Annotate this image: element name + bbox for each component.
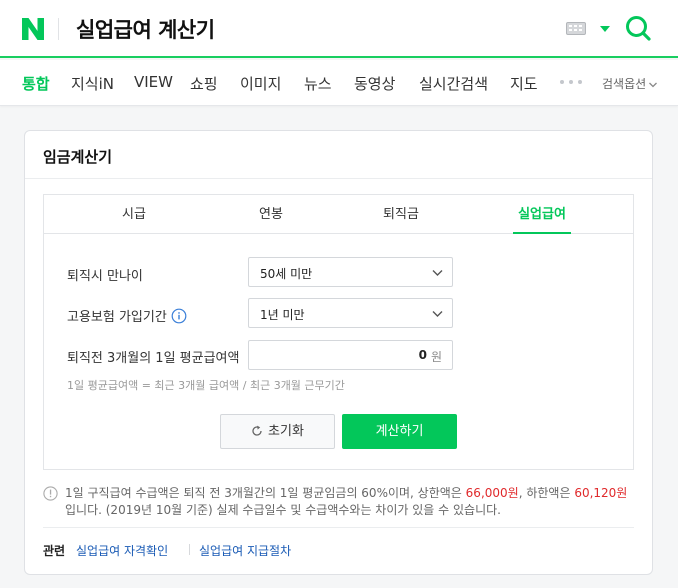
insurance-period-value: 1년 미만: [260, 308, 305, 322]
reset-label: 초기화: [268, 424, 304, 439]
search-query-text[interactable]: 실업급여 계산기: [76, 14, 215, 44]
more-tabs-icon[interactable]: [560, 80, 582, 84]
tab-news[interactable]: 뉴스: [304, 73, 332, 94]
card-divider: [25, 178, 652, 179]
tab-video[interactable]: 동영상: [354, 73, 395, 94]
search-options-button[interactable]: 검색옵션: [602, 75, 658, 92]
related-link-eligibility[interactable]: 실업급여 자격확인: [76, 542, 168, 559]
insurance-period-label: 고용보험 가입기간: [67, 310, 167, 325]
calc-tab-hourly[interactable]: 시급: [100, 195, 168, 234]
won-unit: 원: [430, 350, 442, 364]
keyboard-dropdown-icon[interactable]: [598, 21, 612, 35]
related-link-separator: [189, 544, 190, 555]
notice-part: 1일 구직급여 수급액은 퇴직 전 3개월간의 1일 평균임금의 60%이며, …: [65, 486, 466, 500]
keyboard-icon[interactable]: [566, 22, 586, 35]
notice-text: 1일 구직급여 수급액은 퇴직 전 3개월간의 1일 평균임금의 60%이며, …: [65, 485, 635, 519]
notice-part: , 하한액은: [518, 486, 575, 500]
notice-part: 입니다. (2019년 10월 기준) 실제 수급일수 및 수급액수와는 차이가…: [65, 503, 501, 517]
search-header: 실업급여 계산기: [0, 0, 678, 58]
calculator-tabs: 시급 연봉 퇴직금 실업급여: [44, 195, 633, 234]
tab-view[interactable]: VIEW: [134, 73, 173, 91]
avg-wage-label: 퇴직전 3개월의 1일 평균급여액: [67, 351, 240, 366]
lower-limit-amount: 60,120원: [574, 486, 628, 500]
chevron-down-icon: [649, 82, 658, 87]
related-link-procedure[interactable]: 실업급여 지급절차: [199, 542, 291, 559]
notice-icon: [43, 486, 58, 501]
reset-button[interactable]: 초기화: [220, 414, 335, 449]
search-tabs: 통합 지식iN VIEW 쇼핑 이미지 뉴스 동영상 실시간검색 지도 검색옵션: [0, 60, 678, 106]
tab-shopping[interactable]: 쇼핑: [190, 73, 218, 94]
tab-realtime[interactable]: 실시간검색: [419, 73, 488, 94]
insurance-period-row: 고용보험 가입기간: [67, 306, 187, 325]
calc-tab-salary[interactable]: 연봉: [237, 195, 305, 234]
info-icon[interactable]: [171, 308, 187, 324]
age-label: 퇴직시 만나이: [67, 269, 143, 284]
age-select-value: 50세 미만: [260, 267, 313, 281]
search-options-label: 검색옵션: [602, 77, 647, 91]
calculate-button[interactable]: 계산하기: [342, 414, 457, 449]
naver-logo[interactable]: [20, 16, 46, 42]
tab-integrated[interactable]: 통합: [22, 73, 50, 94]
tab-kin[interactable]: 지식iN: [71, 73, 114, 94]
age-select[interactable]: 50세 미만: [248, 257, 453, 287]
chevron-down-icon: [432, 270, 443, 276]
calc-tab-severance[interactable]: 퇴직금: [366, 195, 436, 234]
card-title: 임금계산기: [43, 148, 113, 166]
chevron-down-icon: [432, 311, 443, 317]
calculator-panel: 시급 연봉 퇴직금 실업급여 퇴직시 만나이 50세 미만 고용보험 가입기간 …: [43, 194, 634, 470]
related-label: 관련: [43, 544, 66, 558]
tab-images[interactable]: 이미지: [240, 73, 281, 94]
refresh-icon: [252, 425, 262, 436]
tab-map[interactable]: 지도: [510, 73, 538, 94]
avg-wage-value: 0: [418, 348, 427, 362]
formula-hint: 1일 평균급여액 = 최근 3개월 급여액 / 최근 3개월 근무기간: [67, 379, 345, 392]
search-icon[interactable]: [624, 14, 652, 42]
wage-calculator-card: 임금계산기 시급 연봉 퇴직금 실업급여 퇴직시 만나이 50세 미만 고용보험…: [24, 130, 653, 575]
upper-limit-amount: 66,000원: [465, 486, 519, 500]
header-divider: [58, 18, 59, 40]
related-divider: [43, 527, 634, 528]
insurance-period-select[interactable]: 1년 미만: [248, 298, 453, 328]
calc-tab-unemployment[interactable]: 실업급여: [513, 195, 571, 234]
avg-wage-input[interactable]: 0 원: [248, 340, 453, 370]
